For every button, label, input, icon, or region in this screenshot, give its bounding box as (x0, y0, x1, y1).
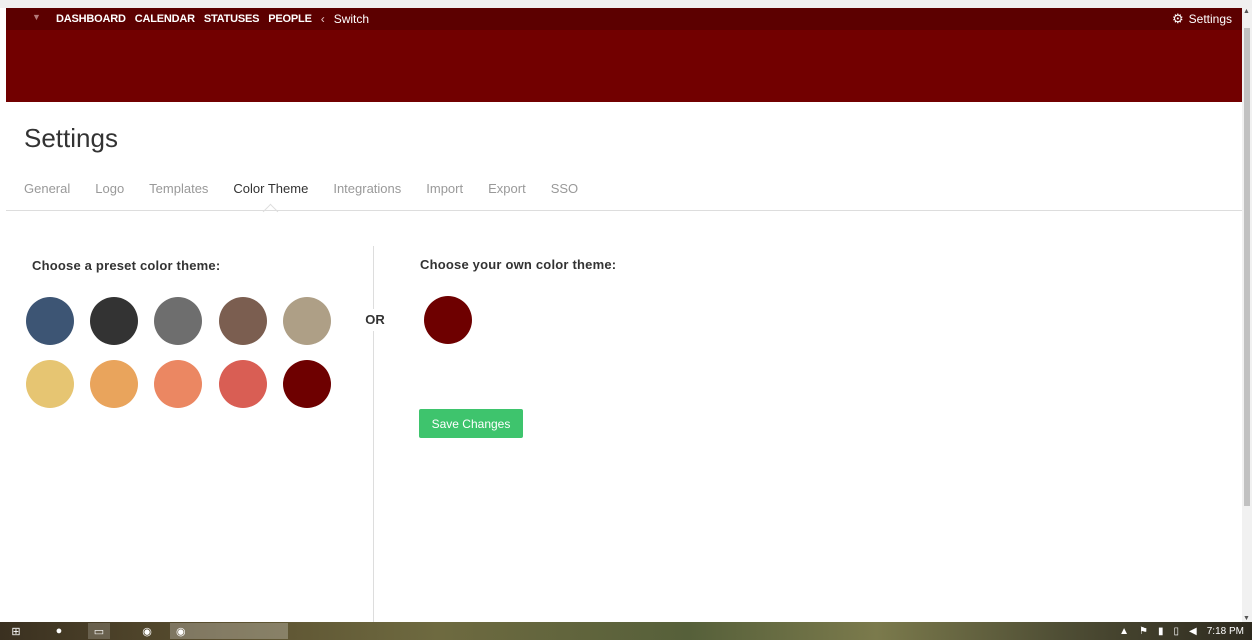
start-button-icon[interactable]: ⊞ (8, 623, 24, 639)
tray-power-icon[interactable]: ▯ (1174, 626, 1180, 637)
nav-links: DASHBOARD CALENDAR STATUSES PEOPLE ‹ Swi… (56, 8, 369, 30)
preset-theme-heading: Choose a preset color theme: (32, 258, 221, 273)
tabs-divider (6, 210, 1242, 211)
tab-general[interactable]: General (24, 181, 70, 196)
nav-link-dashboard[interactable]: DASHBOARD (56, 13, 126, 25)
tab-export[interactable]: Export (488, 181, 526, 196)
scrollbar-thumb[interactable] (1244, 28, 1250, 506)
or-label: OR (360, 309, 390, 331)
page-title: Settings (24, 123, 118, 153)
file-explorer-taskbar-icon[interactable]: ▭ (88, 623, 110, 639)
top-nav-bar: ▼ DASHBOARD CALENDAR STATUSES PEOPLE ‹ S… (6, 8, 1242, 30)
tab-sso[interactable]: SSO (551, 181, 578, 196)
tray-flag-icon[interactable]: ⚑ (1139, 626, 1148, 637)
tray-volume-icon[interactable]: ◀ (1189, 626, 1197, 637)
nav-switch-label: Switch (333, 12, 370, 26)
preset-swatch[interactable] (90, 297, 138, 345)
nav-settings-link[interactable]: ⚙ Settings (1172, 8, 1232, 30)
settings-tabs: General Logo Templates Color Theme Integ… (24, 181, 603, 196)
preset-swatch[interactable] (154, 360, 202, 408)
nav-link-statuses[interactable]: STATUSES (204, 13, 260, 25)
column-divider (373, 246, 374, 622)
preset-swatch[interactable] (90, 360, 138, 408)
scroll-up-arrow-icon[interactable]: ▲ (1243, 8, 1250, 15)
preset-swatch[interactable] (219, 297, 267, 345)
chrome-taskbar-icon[interactable]: ◉ (136, 623, 158, 639)
windows-taskbar: ⊞ ● ▭ ◉ ◉ ▲ ⚑ ▮ ▯ ◀ 7:18 PM (0, 622, 1252, 640)
preset-swatch[interactable] (219, 360, 267, 408)
tab-templates[interactable]: Templates (149, 181, 208, 196)
gear-icon: ⚙ (1171, 11, 1184, 26)
tray-expand-icon[interactable]: ▲ (1119, 626, 1129, 637)
tab-import[interactable]: Import (426, 181, 463, 196)
chevron-left-icon: ‹ (320, 12, 325, 26)
preset-swatch[interactable] (154, 297, 202, 345)
system-tray: ▲ ⚑ ▮ ▯ ◀ 7:18 PM (1109, 622, 1244, 640)
preset-swatch[interactable] (26, 297, 74, 345)
preset-swatch[interactable] (26, 360, 74, 408)
nav-switch-link[interactable]: ‹ Switch (321, 12, 369, 26)
browser-top-strip (0, 0, 1252, 8)
tab-logo[interactable]: Logo (95, 181, 124, 196)
tab-color-theme[interactable]: Color Theme (233, 181, 308, 196)
preset-swatch[interactable] (283, 297, 331, 345)
preset-swatch[interactable] (283, 360, 331, 408)
save-changes-button[interactable]: Save Changes (419, 409, 523, 438)
scroll-down-arrow-icon[interactable]: ▼ (1243, 615, 1250, 622)
nav-link-calendar[interactable]: CALENDAR (135, 13, 195, 25)
nav-link-people[interactable]: PEOPLE (268, 13, 312, 25)
custom-color-picker-swatch[interactable] (424, 296, 472, 344)
tray-network-icon[interactable]: ▮ (1158, 626, 1164, 637)
vertical-scrollbar[interactable]: ▲ ▼ (1242, 8, 1252, 622)
tray-clock[interactable]: 7:18 PM (1207, 626, 1244, 637)
nav-dropdown-caret-icon[interactable]: ▼ (32, 12, 41, 22)
tab-integrations[interactable]: Integrations (333, 181, 401, 196)
chrome-active-window-taskbar-button[interactable]: ◉ (170, 623, 288, 639)
app-page: ▼ DASHBOARD CALENDAR STATUSES PEOPLE ‹ S… (6, 8, 1242, 622)
firefox-taskbar-icon[interactable]: ● (50, 623, 68, 639)
own-theme-heading: Choose your own color theme: (420, 257, 617, 272)
nav-settings-label: Settings (1188, 12, 1232, 26)
header-banner (6, 30, 1242, 102)
